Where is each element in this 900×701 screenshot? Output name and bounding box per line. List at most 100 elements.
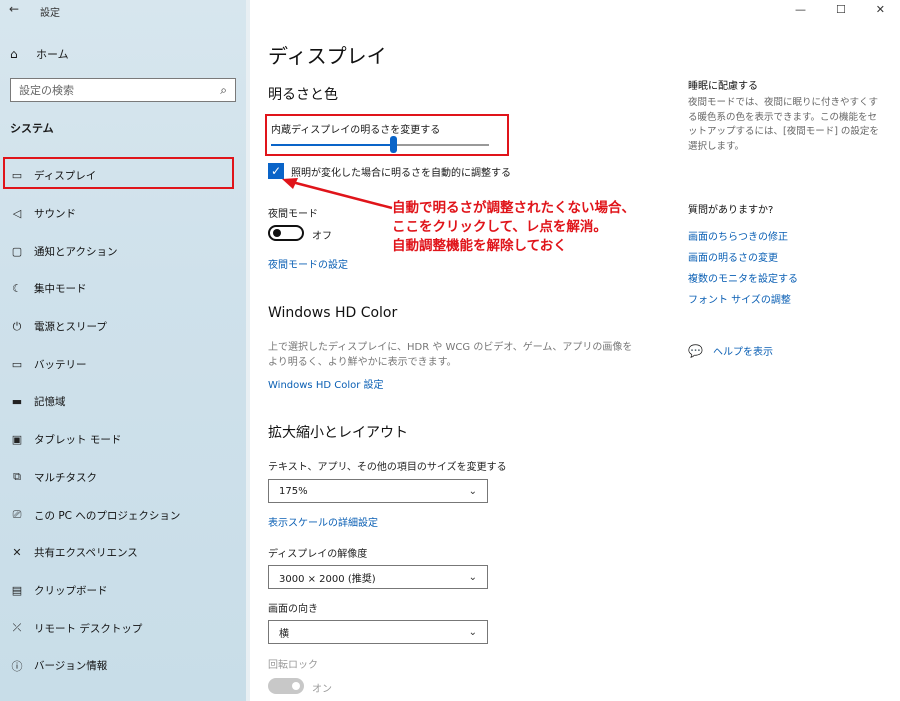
sidebar-item-focus[interactable]: ☾ 集中モード [0,270,250,308]
advanced-scale-link[interactable]: 表示スケールの詳細設定 [268,514,378,529]
sidebar-item-label: この PC へのプロジェクション [34,509,181,522]
hdr-settings-link[interactable]: Windows HD Color 設定 [268,376,384,391]
related-settings-panel: 睡眠に配慮する 夜間モードでは、夜間に眠りに付きやすくする暖色系の色を表示できま… [688,0,888,701]
link-font-size[interactable]: フォント サイズの調整 [688,291,791,306]
power-icon: ⏻ [12,319,22,333]
scale-value: 175% [279,485,308,497]
battery-icon: ▭ [11,357,23,371]
brightness-section-title: 明るさと色 [268,87,338,103]
sidebar-item-sound[interactable]: ◁ サウンド [0,195,250,233]
link-multiple-monitors[interactable]: 複数のモニタを設定する [688,270,798,285]
sidebar-item-label: リモート デスクトップ [34,622,143,635]
sidebar-item-clipboard[interactable]: ▤ クリップボード [0,572,250,610]
search-placeholder: 設定の検索 [19,84,74,97]
back-arrow-icon[interactable]: ← [9,2,19,16]
questions-heading: 質問がありますか? [688,205,774,216]
orientation-label: 画面の向き [268,604,318,615]
sidebar-item-label: バッテリー [34,358,87,371]
annotation-line: ここをクリックして、レ点を解消。 [392,219,607,235]
projection-icon: ⎚ [12,508,22,522]
sidebar-item-remote[interactable]: ⤫ リモート デスクトップ [0,609,250,647]
multitask-icon: ⧉ [13,470,21,484]
orientation-value: 横 [279,628,289,640]
sidebar-item-multitask[interactable]: ⧉ マルチタスク [0,459,250,497]
annotation-line: 自動調整機能を解除しておく [392,238,567,254]
brightness-slider-fill [271,144,394,146]
night-mode-settings-link[interactable]: 夜間モードの設定 [268,256,348,271]
hdr-section-title: Windows HD Color [268,305,398,321]
help-label: ヘルプを表示 [712,347,773,358]
sidebar-item-label: 記憶域 [34,396,66,409]
sidebar-scrollbar[interactable] [246,0,250,701]
brightness-label: 内蔵ディスプレイの明るさを変更する [271,125,441,136]
share-icon: ✕ [12,546,22,560]
title-bar: ← 設定 [0,0,250,20]
storage-icon: ▬ [11,395,23,409]
help-chat-icon: 💬 [688,343,703,358]
brightness-slider-thumb[interactable] [390,136,398,153]
resolution-label: ディスプレイの解像度 [268,549,368,560]
resolution-value: 3000 × 2000 (推奨) [279,573,376,585]
remote-icon: ⤫ [12,621,22,635]
annotation-text: 自動で明るさが調整されたくない場合、 ここをクリックして、レ点を解消。 自動調整… [392,199,635,256]
link-flicker-fix[interactable]: 画面のちらつきの修正 [688,228,788,243]
orientation-select[interactable]: 横 ⌄ [268,620,488,644]
help-link[interactable]: 💬 ヘルプを表示 [688,343,773,359]
main-content: ディスプレイ 明るさと色 内蔵ディスプレイの明るさを変更する ✓ 照明が変化した… [265,0,688,701]
sidebar-item-label: サウンド [34,208,76,221]
scale-section-title: 拡大縮小とレイアウト [268,425,408,441]
sidebar-item-label: クリップボード [34,584,108,597]
sidebar-item-about[interactable]: ⓘ バージョン情報 [0,647,250,685]
home-label: ホーム [36,48,69,61]
annotation-line: 自動で明るさが調整されたくない場合、 [392,200,635,216]
notification-icon: ▢ [11,244,23,258]
sidebar-item-label: タブレット モード [34,434,122,447]
rotation-lock-state: オン [312,684,332,695]
night-mode-toggle[interactable] [268,225,304,241]
rotation-lock-label: 回転ロック [268,660,318,671]
section-label-system: システム [10,122,54,135]
sleep-description: 夜間モードでは、夜間に眠りに付きやすくする暖色系の色を表示できます。この機能をセ… [688,97,879,152]
sidebar-nav: ▭ ディスプレイ ◁ サウンド ▢ 通知とアクション ☾ 集中モード ⏻ 電源とスリープ … [0,157,250,685]
hdr-description: 上で選択したディスプレイに、HDR や WCG のビデオ、ゲーム、アプリの画像を… [268,342,633,368]
night-mode-state: オフ [312,231,332,242]
sidebar-item-home[interactable]: ⌂ ホーム [10,44,69,64]
highlight-box-display [3,157,234,189]
moon-icon: ☾ [12,282,22,296]
sidebar-item-tablet[interactable]: ▣ タブレット モード [0,421,250,459]
annotation-arrow [282,178,393,210]
sidebar-item-battery[interactable]: ▭ バッテリー [0,345,250,383]
home-icon: ⌂ [10,47,18,61]
page-title: ディスプレイ [268,44,387,68]
link-brightness[interactable]: 画面の明るさの変更 [688,249,778,264]
sidebar-item-label: 電源とスリープ [34,321,107,334]
sidebar-item-label: 集中モード [34,283,87,296]
sidebar-item-label: 通知とアクション [34,245,118,258]
chevron-down-icon: ⌄ [468,485,477,497]
sleep-heading: 睡眠に配慮する [688,81,758,92]
sidebar-item-projection[interactable]: ⎚ この PC へのプロジェクション [0,496,250,534]
search-input[interactable]: 設定の検索 ⌕ [10,78,236,102]
search-icon[interactable]: ⌕ [220,83,227,98]
scale-label: テキスト、アプリ、その他の項目のサイズを変更する [268,462,507,473]
tablet-icon: ▣ [11,433,23,447]
resolution-select[interactable]: 3000 × 2000 (推奨) ⌄ [268,565,488,589]
sidebar-item-shared[interactable]: ✕ 共有エクスペリエンス [0,534,250,572]
speaker-icon: ◁ [12,207,22,221]
app-title: 設定 [40,8,60,19]
sidebar-item-storage[interactable]: ▬ 記憶域 [0,383,250,421]
chevron-down-icon: ⌄ [468,626,477,638]
sidebar: ← 設定 ⌂ ホーム 設定の検索 ⌕ システム ▭ ディスプレイ ◁ サウンド ▢ 通… [0,0,250,701]
info-icon: ⓘ [11,659,23,673]
chevron-down-icon: ⌄ [468,571,477,583]
toggle-knob [292,682,300,690]
sidebar-item-label: マルチタスク [34,471,97,484]
toggle-knob [273,229,281,237]
scale-select[interactable]: 175% ⌄ [268,479,488,503]
sidebar-item-label: バージョン情報 [34,660,108,673]
sidebar-item-label: 共有エクスペリエンス [34,547,138,560]
rotation-lock-toggle[interactable] [268,678,304,694]
clipboard-icon: ▤ [11,583,23,597]
sidebar-item-notifications[interactable]: ▢ 通知とアクション [0,232,250,270]
sidebar-item-power[interactable]: ⏻ 電源とスリープ [0,308,250,346]
